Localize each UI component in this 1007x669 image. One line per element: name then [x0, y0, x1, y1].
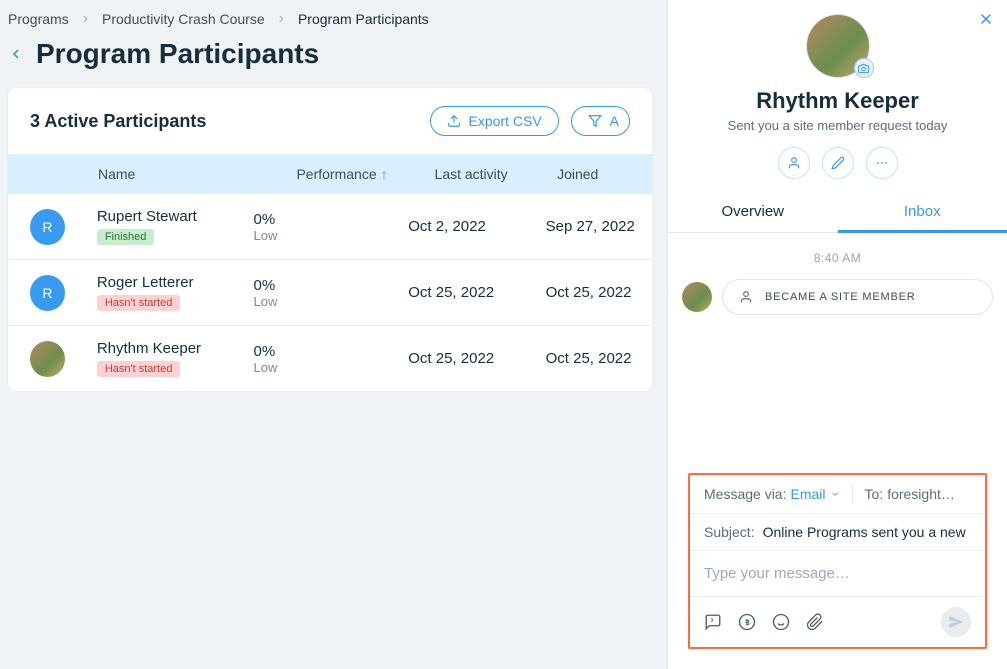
message-composer: Message via: Email To: foresight… Subjec…	[688, 473, 987, 649]
last-activity: Oct 2, 2022	[408, 218, 545, 235]
activity-text: BECAME A SITE MEMBER	[765, 291, 915, 303]
table-row[interactable]: R Roger Letterer Hasn't started 0% Low O…	[8, 260, 652, 326]
to-value: foresight…	[887, 486, 971, 502]
performance-label: Low	[254, 294, 409, 309]
emoji-icon[interactable]	[772, 613, 790, 631]
performance-label: Low	[254, 228, 409, 243]
filter-label: A	[610, 113, 619, 129]
performance-value: 0%	[254, 211, 409, 228]
upload-icon	[447, 114, 461, 128]
performance-label: Low	[254, 360, 409, 375]
tab-inbox[interactable]: Inbox	[838, 193, 1007, 233]
side-panel: Rhythm Keeper Sent you a site member req…	[667, 0, 1007, 669]
page-title: Program Participants	[36, 38, 319, 70]
filter-icon	[588, 114, 602, 128]
participant-name: Roger Letterer	[97, 274, 254, 291]
back-button[interactable]	[8, 46, 24, 62]
performance-value: 0%	[254, 277, 409, 294]
panel-tabs: Overview Inbox	[668, 193, 1007, 233]
profile-button[interactable]	[778, 147, 810, 179]
joined-date: Sep 27, 2022	[546, 218, 652, 235]
export-csv-button[interactable]: Export CSV	[430, 106, 559, 136]
column-performance[interactable]: Performance ↑	[296, 166, 434, 182]
breadcrumb-item[interactable]: Productivity Crash Course	[102, 11, 265, 27]
breadcrumb-item-current: Program Participants	[298, 11, 429, 27]
time-label: 8:40 AM	[682, 251, 993, 265]
send-button[interactable]	[941, 607, 971, 637]
sort-ascending-icon: ↑	[381, 166, 388, 182]
message-input[interactable]: Type your message…	[690, 551, 985, 597]
table-row[interactable]: R Rupert Stewart Finished 0% Low Oct 2, …	[8, 194, 652, 260]
attachment-icon[interactable]	[806, 613, 824, 631]
message-via-select[interactable]: Email	[790, 486, 839, 502]
saved-reply-icon[interactable]	[704, 613, 722, 631]
export-label: Export CSV	[469, 113, 542, 129]
activity-avatar	[682, 282, 712, 312]
camera-icon[interactable]	[854, 58, 874, 78]
chevron-right-icon: ›	[83, 10, 88, 28]
chevron-down-icon	[830, 489, 840, 499]
subject-label: Subject:	[704, 524, 755, 540]
tab-overview[interactable]: Overview	[668, 193, 838, 232]
joined-date: Oct 25, 2022	[546, 284, 652, 301]
column-joined[interactable]: Joined	[557, 166, 652, 182]
payment-icon[interactable]	[738, 613, 756, 631]
joined-date: Oct 25, 2022	[546, 350, 652, 367]
last-activity: Oct 25, 2022	[408, 350, 545, 367]
edit-button[interactable]	[822, 147, 854, 179]
subject-value[interactable]: Online Programs sent you a new	[763, 524, 971, 540]
participant-name: Rupert Stewart	[97, 208, 254, 225]
last-activity: Oct 25, 2022	[408, 284, 545, 301]
message-via-label: Message via:	[704, 486, 786, 502]
panel-name: Rhythm Keeper	[668, 88, 1007, 114]
panel-subtitle: Sent you a site member request today	[668, 118, 1007, 133]
column-name[interactable]: Name	[30, 166, 296, 182]
table-row[interactable]: Rhythm Keeper Hasn't started 0% Low Oct …	[8, 326, 652, 391]
participant-name: Rhythm Keeper	[97, 340, 254, 357]
divider	[852, 485, 853, 503]
close-button[interactable]	[977, 10, 995, 28]
column-last-activity[interactable]: Last activity	[435, 166, 558, 182]
status-badge: Hasn't started	[97, 295, 181, 311]
person-icon	[739, 290, 753, 304]
chevron-right-icon: ›	[279, 10, 284, 28]
performance-value: 0%	[254, 343, 409, 360]
avatar: R	[30, 275, 65, 311]
breadcrumb-item[interactable]: Programs	[8, 11, 69, 27]
participants-card: 3 Active Participants Export CSV A Name …	[8, 88, 652, 391]
activity-chip: BECAME A SITE MEMBER	[722, 279, 993, 315]
card-title: 3 Active Participants	[30, 111, 206, 132]
avatar	[30, 341, 65, 377]
status-badge: Finished	[97, 229, 155, 245]
to-label: To:	[865, 486, 884, 502]
more-button[interactable]	[866, 147, 898, 179]
profile-avatar	[806, 14, 870, 78]
status-badge: Hasn't started	[97, 361, 181, 377]
filter-button[interactable]: A	[571, 106, 630, 136]
avatar: R	[30, 209, 65, 245]
table-header: Name Performance ↑ Last activity Joined	[8, 154, 652, 194]
